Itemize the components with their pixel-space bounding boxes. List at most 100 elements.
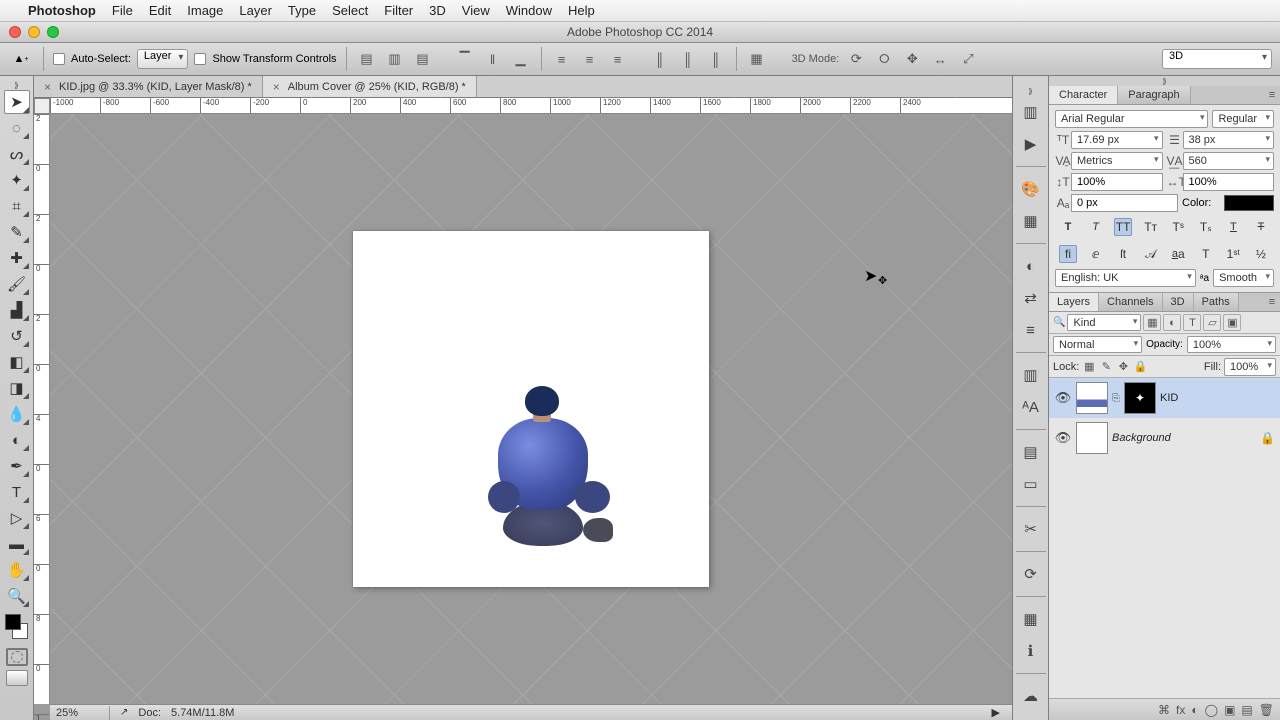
move-tool[interactable]: ➤ — [4, 90, 30, 114]
italic-icon[interactable]: T — [1087, 218, 1105, 236]
close-tab-icon[interactable]: × — [44, 80, 51, 94]
menu-edit[interactable]: Edit — [149, 3, 171, 18]
styles-icon[interactable]: ⇄ — [1017, 284, 1045, 312]
marquee-tool[interactable]: ◌ — [4, 116, 30, 140]
stamp-tool[interactable]: ▟ — [4, 298, 30, 322]
status-right-icon[interactable]: ▶ — [992, 706, 1000, 719]
filter-smart-icon[interactable]: ▣ — [1223, 314, 1241, 331]
menu-help[interactable]: Help — [568, 3, 595, 18]
history-brush-tool[interactable]: ↺ — [4, 324, 30, 348]
properties-icon[interactable]: ⟳ — [1017, 560, 1045, 588]
font-size-input[interactable]: 17.69 px — [1071, 131, 1163, 149]
screen-mode-button[interactable] — [6, 670, 28, 686]
distribute-1-icon[interactable]: ≡ — [551, 48, 573, 70]
align-left-icon[interactable]: ▤ — [356, 48, 378, 70]
scale-3d-icon[interactable]: ⤢ — [957, 48, 979, 70]
roll-icon[interactable]: ⭘ — [873, 48, 895, 70]
align-right-icon[interactable]: ▤ — [412, 48, 434, 70]
type-tool[interactable]: T — [4, 480, 30, 504]
layer-mask-thumbnail[interactable]: ✦ — [1124, 382, 1156, 414]
status-arrow-icon[interactable]: ↗ — [120, 707, 128, 718]
close-window-button[interactable] — [9, 26, 21, 38]
font-family-select[interactable]: Arial Regular — [1055, 110, 1208, 128]
close-tab-icon[interactable]: × — [273, 80, 280, 94]
distribute-5-icon[interactable]: ║ — [677, 48, 699, 70]
tab-channels[interactable]: Channels — [1099, 293, 1162, 311]
filter-shape-icon[interactable]: ▱ — [1203, 314, 1221, 331]
layer-name[interactable]: Background — [1112, 432, 1171, 444]
quick-mask-button[interactable] — [6, 648, 28, 666]
distribute-3-icon[interactable]: ≡ — [607, 48, 629, 70]
menu-file[interactable]: File — [112, 3, 133, 18]
ligatures-icon[interactable]: fi — [1059, 245, 1077, 263]
gradient-tool[interactable]: ◨ — [4, 376, 30, 400]
lock-position-icon[interactable]: ✥ — [1116, 360, 1130, 374]
lasso-tool[interactable]: ᔕ — [4, 142, 30, 166]
clone-source-icon[interactable]: ᴬA — [1017, 393, 1045, 421]
move-tool-icon[interactable]: ▲+ — [8, 49, 34, 69]
show-transform-checkbox[interactable] — [194, 53, 206, 65]
group-icon[interactable]: ▣ — [1224, 703, 1235, 717]
opacity-input[interactable]: 100% — [1187, 336, 1276, 353]
ruler-vertical[interactable]: 2020204060801 — [34, 114, 50, 704]
leading-input[interactable]: 38 px — [1183, 131, 1275, 149]
menu-3d[interactable]: 3D — [429, 3, 446, 18]
magic-wand-tool[interactable]: ✦ — [4, 168, 30, 192]
blur-tool[interactable]: 💧 — [4, 402, 30, 426]
3d-select[interactable]: 3D — [1162, 49, 1272, 69]
zoom-level[interactable]: 25% — [56, 706, 110, 720]
slide-icon[interactable]: ↔ — [929, 48, 951, 70]
path-select-tool[interactable]: ▷ — [4, 506, 30, 530]
smallcaps-icon[interactable]: Tᴛ — [1142, 218, 1160, 236]
align-bottom-icon[interactable]: ▁ — [510, 48, 532, 70]
layer-thumbnail[interactable] — [1076, 382, 1108, 414]
adjustments-icon[interactable]: ◐ — [1017, 252, 1045, 280]
visibility-icon[interactable]: 👁 — [1054, 390, 1072, 406]
antialias-select[interactable]: Smooth — [1213, 269, 1274, 287]
healing-tool[interactable]: ✚ — [4, 246, 30, 270]
lock-pixels-icon[interactable]: ✎ — [1099, 360, 1113, 374]
menu-app[interactable]: Photoshop — [28, 3, 96, 18]
menu-type[interactable]: Type — [288, 3, 316, 18]
text-color-swatch[interactable] — [1224, 195, 1274, 211]
layer-row[interactable]: 👁 Background 🔒 — [1049, 418, 1280, 458]
distribute-4-icon[interactable]: ║ — [649, 48, 671, 70]
kerning-select[interactable]: Metrics — [1071, 152, 1163, 170]
doc-tab-1[interactable]: ×KID.jpg @ 33.3% (KID, Layer Mask/8) * — [34, 76, 263, 97]
tab-character[interactable]: Character — [1049, 86, 1118, 104]
filter-pixel-icon[interactable]: ▦ — [1143, 314, 1161, 331]
info-icon[interactable]: ℹ — [1017, 637, 1045, 665]
menu-filter[interactable]: Filter — [384, 3, 413, 18]
auto-select-mode[interactable]: Layer — [137, 49, 189, 69]
actions-icon[interactable]: ▶ — [1017, 130, 1045, 158]
canvas[interactable] — [353, 231, 709, 587]
panels-collapse-icon[interactable]: ⟫ — [1049, 76, 1280, 86]
distribute-2-icon[interactable]: ≡ — [579, 48, 601, 70]
tracking-input[interactable]: 560 — [1183, 152, 1275, 170]
histogram-icon[interactable]: ▭ — [1017, 470, 1045, 498]
contextual-icon[interactable]: ⅇ — [1087, 245, 1105, 263]
pan-icon[interactable]: ✥ — [901, 48, 923, 70]
fx-icon[interactable]: fx — [1176, 703, 1185, 717]
lock-all-icon[interactable]: 🔒 — [1133, 360, 1147, 374]
delete-layer-icon[interactable]: 🗑 — [1259, 703, 1274, 717]
history-icon[interactable]: ▥ — [1017, 98, 1045, 126]
adjustment-layer-icon[interactable]: ◯ — [1205, 703, 1218, 717]
navigator-icon[interactable]: ▤ — [1017, 438, 1045, 466]
ordinals-icon[interactable]: T — [1197, 245, 1215, 263]
stylistic-icon[interactable]: ſt — [1114, 245, 1132, 263]
tool-presets-icon[interactable]: ✂ — [1017, 515, 1045, 543]
color-swatches[interactable] — [2, 612, 32, 642]
layer-thumbnail[interactable] — [1076, 422, 1108, 454]
cc-icon[interactable]: ☁ — [1017, 682, 1045, 710]
align-top-icon[interactable]: ▔ — [454, 48, 476, 70]
filter-type-icon[interactable]: T — [1183, 314, 1201, 331]
ruler-origin[interactable] — [34, 98, 50, 114]
auto-select-checkbox[interactable] — [53, 53, 65, 65]
stylistic-alt-icon[interactable]: 1ˢᵗ — [1224, 245, 1242, 263]
auto-align-icon[interactable]: ▦ — [746, 48, 768, 70]
filter-adjust-icon[interactable]: ◐ — [1163, 314, 1181, 331]
zoom-tool[interactable]: 🔍 — [4, 584, 30, 608]
zoom-window-button[interactable] — [47, 26, 59, 38]
allcaps-icon[interactable]: TT — [1114, 218, 1132, 236]
